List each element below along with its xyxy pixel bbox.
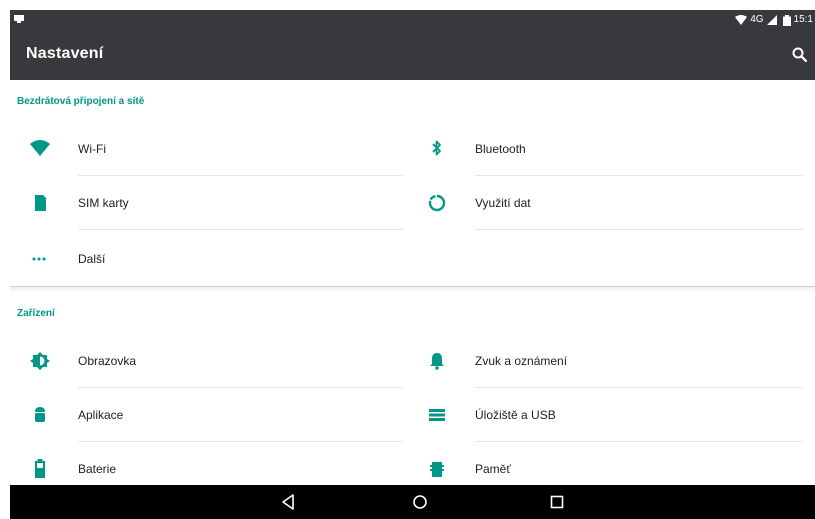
notification-icon bbox=[14, 15, 24, 23]
network-type: 4G bbox=[750, 14, 764, 25]
divider bbox=[78, 229, 403, 230]
settings-item-label: Úložiště a USB bbox=[475, 408, 556, 422]
app-toolbar: Nastavení bbox=[10, 30, 815, 80]
section-header-wireless: Bezdrátová připojení a sítě bbox=[17, 96, 145, 107]
clock: 15:1 bbox=[793, 14, 813, 25]
status-indicators: 4G 15:1 bbox=[735, 13, 813, 27]
battery-icon bbox=[782, 14, 791, 26]
display-brightness-icon bbox=[30, 352, 50, 370]
back-icon[interactable] bbox=[277, 492, 299, 512]
home-icon[interactable] bbox=[409, 492, 431, 512]
settings-item-more[interactable]: Další bbox=[28, 232, 403, 286]
search-icon[interactable] bbox=[791, 46, 809, 64]
android-icon bbox=[35, 407, 45, 422]
settings-item-sound-notifications[interactable]: Zvuk a oznámení bbox=[425, 334, 803, 388]
settings-item-label: Zvuk a oznámení bbox=[475, 354, 568, 368]
settings-item-bluetooth[interactable]: Bluetooth bbox=[425, 122, 803, 176]
data-usage-icon bbox=[428, 194, 446, 212]
section-divider bbox=[10, 286, 815, 293]
settings-item-wifi[interactable]: Wi-Fi bbox=[28, 122, 403, 176]
bluetooth-icon bbox=[432, 140, 441, 156]
settings-item-label: Obrazovka bbox=[78, 354, 137, 368]
navigation-bar bbox=[10, 485, 815, 519]
memory-icon bbox=[430, 462, 444, 477]
status-bar: 4G 15:1 bbox=[10, 10, 815, 30]
bell-icon bbox=[430, 353, 444, 370]
settings-item-label: Využití dat bbox=[475, 196, 531, 210]
settings-item-label: Další bbox=[78, 252, 106, 266]
divider bbox=[475, 229, 803, 230]
wifi-signal-icon bbox=[735, 15, 748, 25]
more-icon bbox=[32, 257, 46, 261]
settings-item-sim-cards[interactable]: SIM karty bbox=[28, 176, 403, 230]
battery-icon bbox=[35, 459, 45, 478]
settings-item-label: Baterie bbox=[78, 462, 117, 476]
storage-icon bbox=[429, 409, 445, 421]
recents-icon[interactable] bbox=[546, 492, 568, 512]
settings-item-apps[interactable]: Aplikace bbox=[28, 388, 403, 442]
settings-item-label: Bluetooth bbox=[475, 142, 526, 156]
wifi-icon bbox=[30, 140, 50, 156]
settings-item-label: Paměť bbox=[475, 462, 511, 476]
settings-item-label: Aplikace bbox=[78, 408, 124, 422]
cell-signal-icon bbox=[766, 15, 777, 25]
page-title: Nastavení bbox=[26, 45, 104, 62]
section-header-device: Zařízení bbox=[17, 308, 55, 319]
settings-item-data-usage[interactable]: Využití dat bbox=[425, 176, 803, 230]
settings-item-label: SIM karty bbox=[78, 196, 129, 210]
settings-item-label: Wi-Fi bbox=[78, 142, 106, 156]
settings-item-display[interactable]: Obrazovka bbox=[28, 334, 403, 388]
settings-item-storage-usb[interactable]: Úložiště a USB bbox=[425, 388, 803, 442]
sim-card-icon bbox=[35, 195, 46, 211]
